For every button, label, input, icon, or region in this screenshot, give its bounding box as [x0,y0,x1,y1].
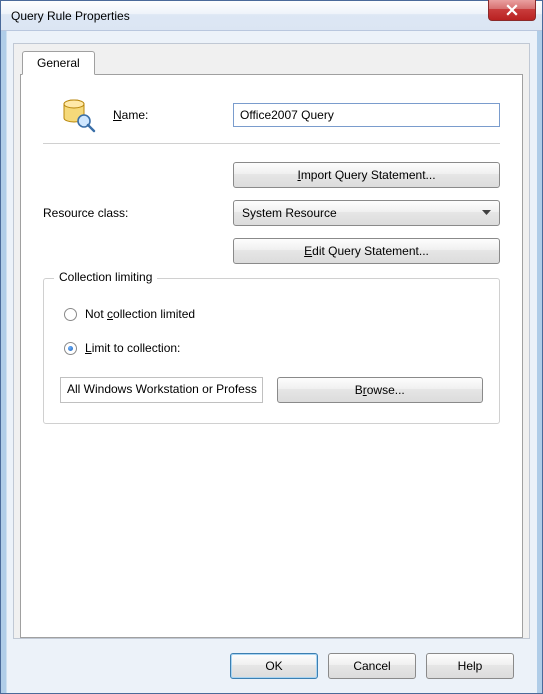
import-query-button[interactable]: Import Query Statement... [233,162,500,188]
radio-icon [64,308,77,321]
collection-value-row: All Windows Workstation or Profess Brows… [60,377,483,403]
help-button[interactable]: Help [426,653,514,679]
inner-panel: General Name: [13,43,530,639]
edit-row: Edit Query Statement... [43,238,500,264]
radio-limit-to-collection[interactable]: Limit to collection: [64,341,483,355]
collection-limiting-legend: Collection limiting [54,270,157,284]
radio-not-limited[interactable]: Not collection limited [64,307,483,321]
tab-general[interactable]: General [22,51,95,75]
titlebar[interactable]: Query Rule Properties [1,1,542,31]
ok-button[interactable]: OK [230,653,318,679]
chevron-down-icon [477,210,495,216]
import-row: Import Query Statement... [43,162,500,188]
name-label: Name: [113,108,233,122]
resource-class-value: System Resource [242,206,477,220]
name-row: Name: [43,97,500,133]
browse-button[interactable]: Browse... [277,377,484,403]
name-input[interactable] [233,103,500,127]
close-icon [506,4,518,16]
query-icon-cell [43,97,113,133]
radio-label: Not collection limited [85,307,195,321]
edit-query-button[interactable]: Edit Query Statement... [233,238,500,264]
radio-label: Limit to collection: [85,341,180,355]
dialog-window: Query Rule Properties General [0,0,543,694]
tab-body: Name: Import Query Statement... Resour [20,74,523,638]
database-search-icon [60,97,96,133]
collection-limiting-group: Collection limiting Not collection limit… [43,278,500,424]
content-area: General Name: [1,31,542,693]
radio-icon [64,342,77,355]
collection-value: All Windows Workstation or Profess [60,377,263,403]
window-title: Query Rule Properties [11,9,130,23]
resource-row: Resource class: System Resource [43,200,500,226]
resource-class-combo[interactable]: System Resource [233,200,500,226]
close-button[interactable] [488,0,536,21]
dialog-button-bar: OK Cancel Help [13,639,530,693]
tabstrip: General [20,50,523,74]
cancel-button[interactable]: Cancel [328,653,416,679]
resource-class-label: Resource class: [43,206,128,220]
divider [43,143,500,144]
